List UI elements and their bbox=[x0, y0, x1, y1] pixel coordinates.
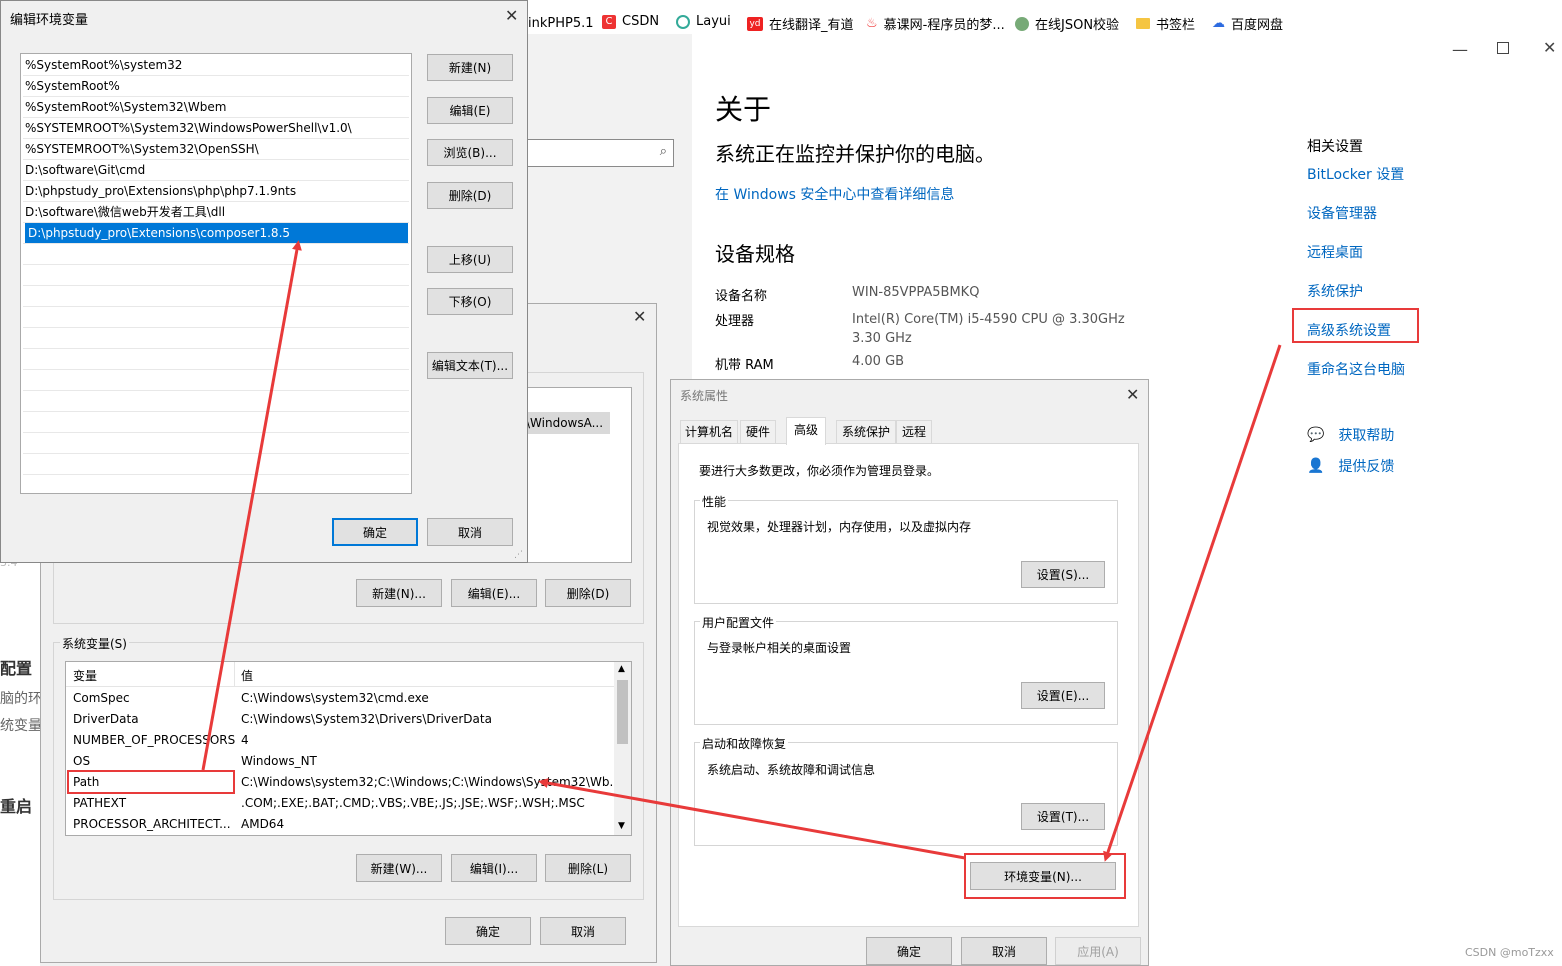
arrow-to-path-row bbox=[538, 778, 966, 860]
annotation-arrows bbox=[201, 240, 1282, 862]
watermark: CSDN @moTzxx bbox=[1465, 946, 1554, 959]
tab-advanced[interactable]: 高级 bbox=[786, 417, 827, 445]
arrow-to-composer-entry bbox=[201, 240, 302, 771]
arrow-to-advanced-settings bbox=[1103, 344, 1282, 862]
